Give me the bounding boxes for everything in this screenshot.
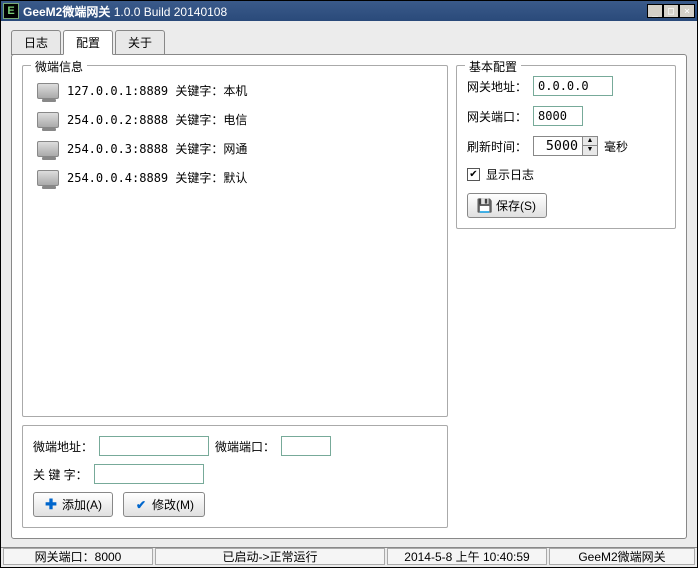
tab-about[interactable]: 关于 (115, 30, 165, 55)
right-column: 基本配置 网关地址： 网关端口： 刷新时间： ▲ (456, 65, 676, 528)
statusbar: 网关端口：8000 已启动->正常运行 2014-5-8 上午 10:40:59… (1, 547, 697, 567)
endpoint-list[interactable]: 127.0.0.1:8889 关键字：本机 254.0.0.2:8888 关键字… (33, 76, 437, 386)
close-button[interactable]: × (679, 4, 695, 18)
gw-addr-input[interactable] (533, 76, 613, 96)
save-button-label: 保存(S) (496, 197, 536, 214)
app-icon: E (3, 3, 19, 19)
refresh-label: 刷新时间： (467, 138, 527, 155)
status-state: 已启动->正常运行 (155, 548, 385, 565)
list-item-text: 254.0.0.2:8888 关键字：电信 (67, 111, 247, 128)
basic-config-title: 基本配置 (465, 58, 521, 75)
titlebar[interactable]: E GeeM2微端网关 1.0.0 Build 20140108 _ □ × (1, 1, 697, 21)
refresh-unit: 毫秒 (604, 138, 628, 155)
keyword-label: 关 键 字： (33, 466, 88, 483)
gw-port-input[interactable] (533, 106, 583, 126)
status-port: 网关端口：8000 (3, 548, 153, 565)
showlog-checkbox[interactable]: ✔ (467, 168, 480, 181)
status-brand: GeeM2微端网关 (549, 548, 695, 565)
basic-config-group: 基本配置 网关地址： 网关端口： 刷新时间： ▲ (456, 65, 676, 229)
save-button[interactable]: 💾 保存(S) (467, 193, 547, 218)
edit-button-label: 修改(M) (152, 496, 194, 513)
add-button[interactable]: ✚ 添加(A) (33, 492, 113, 517)
gw-port-label: 网关端口： (467, 108, 527, 125)
minimize-button[interactable]: _ (647, 4, 663, 18)
app-window: E GeeM2微端网关 1.0.0 Build 20140108 _ □ × 日… (0, 0, 698, 568)
edit-button[interactable]: ✔ 修改(M) (123, 492, 205, 517)
spin-up-icon[interactable]: ▲ (583, 137, 597, 146)
monitor-icon (37, 112, 59, 128)
tab-content-config: 微端信息 127.0.0.1:8889 关键字：本机 254.0.0.2:888… (11, 54, 687, 539)
list-item-text: 254.0.0.4:8889 关键字：默认 (67, 169, 247, 186)
check-icon: ✔ (134, 498, 148, 512)
client-area: 日志 配置 关于 微端信息 127.0.0.1:8889 关键字：本机 254.… (1, 21, 697, 547)
spin-down-icon[interactable]: ▼ (583, 146, 597, 155)
microinfo-title: 微端信息 (31, 58, 87, 75)
save-icon: 💾 (478, 199, 492, 213)
showlog-label: 显示日志 (486, 166, 534, 183)
plus-icon: ✚ (44, 498, 58, 512)
refresh-spinner[interactable]: ▲ ▼ (533, 136, 598, 156)
monitor-icon (37, 83, 59, 99)
list-item[interactable]: 127.0.0.1:8889 关键字：本机 (33, 76, 437, 105)
tab-log[interactable]: 日志 (11, 30, 61, 55)
edit-form-group: 微端地址： 微端端口： 关 键 字： ✚ 添加(A) (22, 425, 448, 528)
spinner-buttons: ▲ ▼ (583, 136, 598, 156)
list-item[interactable]: 254.0.0.2:8888 关键字：电信 (33, 105, 437, 134)
monitor-icon (37, 170, 59, 186)
maximize-button[interactable]: □ (663, 4, 679, 18)
list-item[interactable]: 254.0.0.3:8888 关键字：网通 (33, 134, 437, 163)
keyword-input[interactable] (94, 464, 204, 484)
window-buttons: _ □ × (647, 4, 695, 18)
tab-config[interactable]: 配置 (63, 30, 113, 55)
micro-addr-label: 微端地址： (33, 438, 93, 455)
refresh-input[interactable] (533, 136, 583, 156)
left-column: 微端信息 127.0.0.1:8889 关键字：本机 254.0.0.2:888… (22, 65, 448, 528)
title-text: GeeM2微端网关 1.0.0 Build 20140108 (23, 3, 647, 20)
micro-addr-input[interactable] (99, 436, 209, 456)
microinfo-group: 微端信息 127.0.0.1:8889 关键字：本机 254.0.0.2:888… (22, 65, 448, 417)
list-item-text: 254.0.0.3:8888 关键字：网通 (67, 140, 247, 157)
status-time: 2014-5-8 上午 10:40:59 (387, 548, 547, 565)
list-item[interactable]: 254.0.0.4:8889 关键字：默认 (33, 163, 437, 192)
gw-addr-label: 网关地址： (467, 78, 527, 95)
list-item-text: 127.0.0.1:8889 关键字：本机 (67, 82, 247, 99)
micro-port-label: 微端端口： (215, 438, 275, 455)
add-button-label: 添加(A) (62, 496, 102, 513)
tabstrip: 日志 配置 关于 (11, 29, 687, 54)
micro-port-input[interactable] (281, 436, 331, 456)
monitor-icon (37, 141, 59, 157)
